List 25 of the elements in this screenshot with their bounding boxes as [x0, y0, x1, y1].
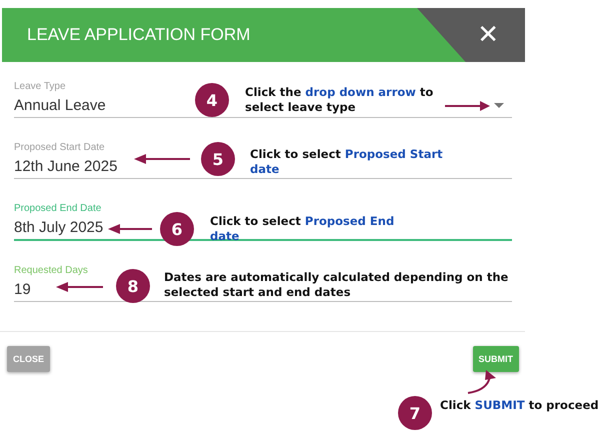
field-value[interactable]: 12th June 2025 [14, 158, 118, 175]
step-badge: 5 [201, 142, 235, 176]
close-button[interactable]: ✕ [473, 20, 503, 50]
instruction-text: Click SUBMIT to proceed [440, 398, 600, 413]
arrow [445, 101, 490, 111]
instruction-text: Dates are automatically calculated depending on the selected start and end dates [164, 270, 510, 300]
field-label: Proposed End Date [14, 203, 102, 214]
field-value[interactable]: Annual Leave [14, 97, 106, 114]
arrow [468, 370, 496, 394]
field-value[interactable]: 19 [14, 281, 31, 298]
dropdown-caret-icon[interactable] [494, 103, 504, 108]
field-value[interactable]: 8th July 2025 [14, 219, 104, 236]
field-label: Proposed Start Date [14, 142, 105, 153]
arrow [108, 224, 152, 234]
arrow [134, 154, 190, 164]
step-badge: 4 [195, 83, 229, 117]
instruction-text: Click to select Proposed Start date [250, 147, 444, 177]
instruction-text: Click the drop down arrow to select leave type [245, 85, 434, 115]
field-label: Leave Type [14, 81, 66, 92]
step-badge: 7 [398, 396, 432, 430]
step-badge: 8 [116, 269, 150, 303]
field-label: Requested Days [14, 265, 88, 276]
step-badge: 6 [160, 212, 194, 246]
arrow [56, 282, 103, 292]
dialog-title: LEAVE APPLICATION FORM [26, 25, 250, 45]
